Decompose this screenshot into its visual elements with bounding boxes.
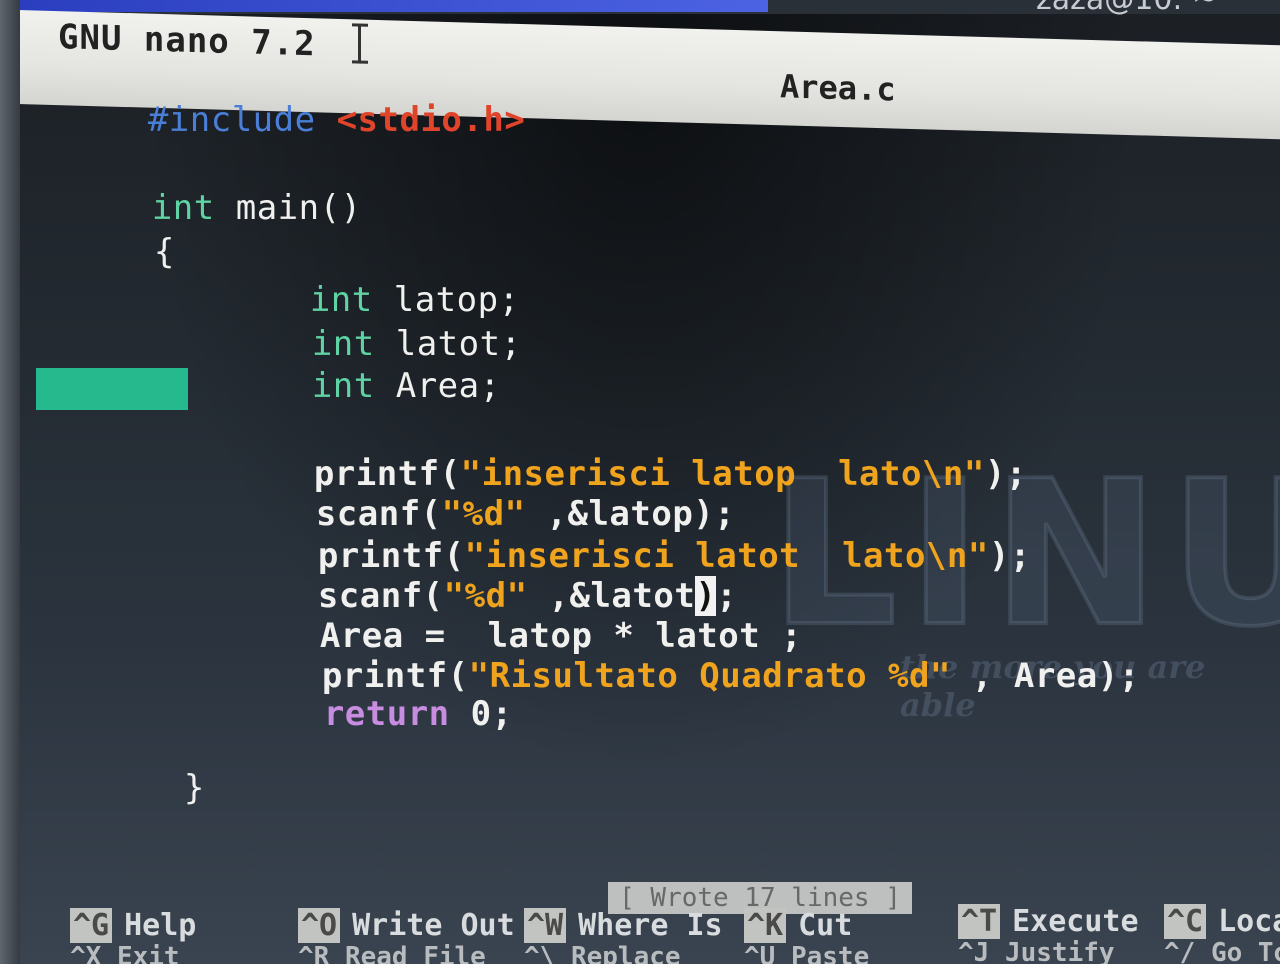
shortcut-key: ^C [1164, 904, 1207, 939]
keyword-return: return [323, 694, 450, 734]
terminal-session-label: zaza@10: ~ [1036, 0, 1217, 17]
window-accent-bar [20, 0, 768, 12]
shortcut-sub: ^X Exit [70, 942, 180, 964]
close-brace: } [183, 768, 205, 808]
keyword-int: int [311, 366, 375, 406]
main-signature: main() [214, 188, 362, 228]
shortcut-sub: ^\ Replace [524, 942, 681, 964]
code-line-17: } [58, 728, 205, 848]
shortcut-key: ^O [298, 908, 341, 943]
shortcut-label: Where Is [578, 908, 723, 943]
open-brace: { [153, 232, 175, 272]
shortcut-label: Write Out [352, 908, 515, 943]
shortcut-help[interactable]: ^G Help ^X Exit [70, 908, 196, 964]
shortcut-sub: ^R Read File [298, 942, 486, 964]
printf-args: , Area); [950, 656, 1140, 696]
call-close: ); [988, 536, 1031, 576]
shortcut-label: Location [1218, 904, 1280, 939]
shortcut-key: ^W [524, 908, 567, 943]
shortcut-key: ^T [958, 904, 1001, 939]
text-cursor-ibeam-icon [358, 23, 372, 64]
shortcut-write-out[interactable]: ^O Write Out ^R Read File [298, 908, 515, 964]
nano-version-title: GNU nano 7.2 [58, 17, 316, 65]
shortcut-key: ^K [744, 908, 787, 943]
shortcut-label: Help [124, 908, 197, 943]
shortcut-location[interactable]: ^C Location ^/ Go To Line [1164, 904, 1280, 964]
shortcut-key: ^G [70, 908, 113, 943]
terminal-screen: zaza@10: ~ GNU nano 7.2 Area.c LINU the … [0, 0, 1280, 964]
shortcut-sub: ^U Paste [744, 942, 870, 964]
header-name: <stdio.h> [336, 100, 526, 140]
shortcut-cut[interactable]: ^K Cut ^U Paste [744, 908, 869, 964]
file-name: Area.c [780, 67, 896, 109]
shortcut-sub: ^/ Go To Line [1164, 938, 1280, 964]
code-line-15: return 0; [198, 654, 513, 774]
decl-area: Area; [374, 366, 501, 406]
code-line-4: { [28, 192, 175, 312]
return-value: 0; [449, 694, 513, 734]
preprocessor-include: #include [147, 100, 316, 140]
shortcut-label: Execute [1012, 904, 1139, 939]
shortcut-label: Cut [798, 908, 853, 943]
string-literal: "Risultato Quadrato %d" [468, 656, 951, 696]
shortcut-execute[interactable]: ^T Execute ^J Justify [958, 904, 1139, 964]
shortcut-sub: ^J Justify [958, 938, 1115, 964]
shortcut-where-is[interactable]: ^W Where Is ^\ Replace [524, 908, 723, 964]
marked-whitespace-highlight [36, 368, 188, 410]
call-close: ); [984, 454, 1027, 494]
screen-bezel [0, 0, 20, 964]
